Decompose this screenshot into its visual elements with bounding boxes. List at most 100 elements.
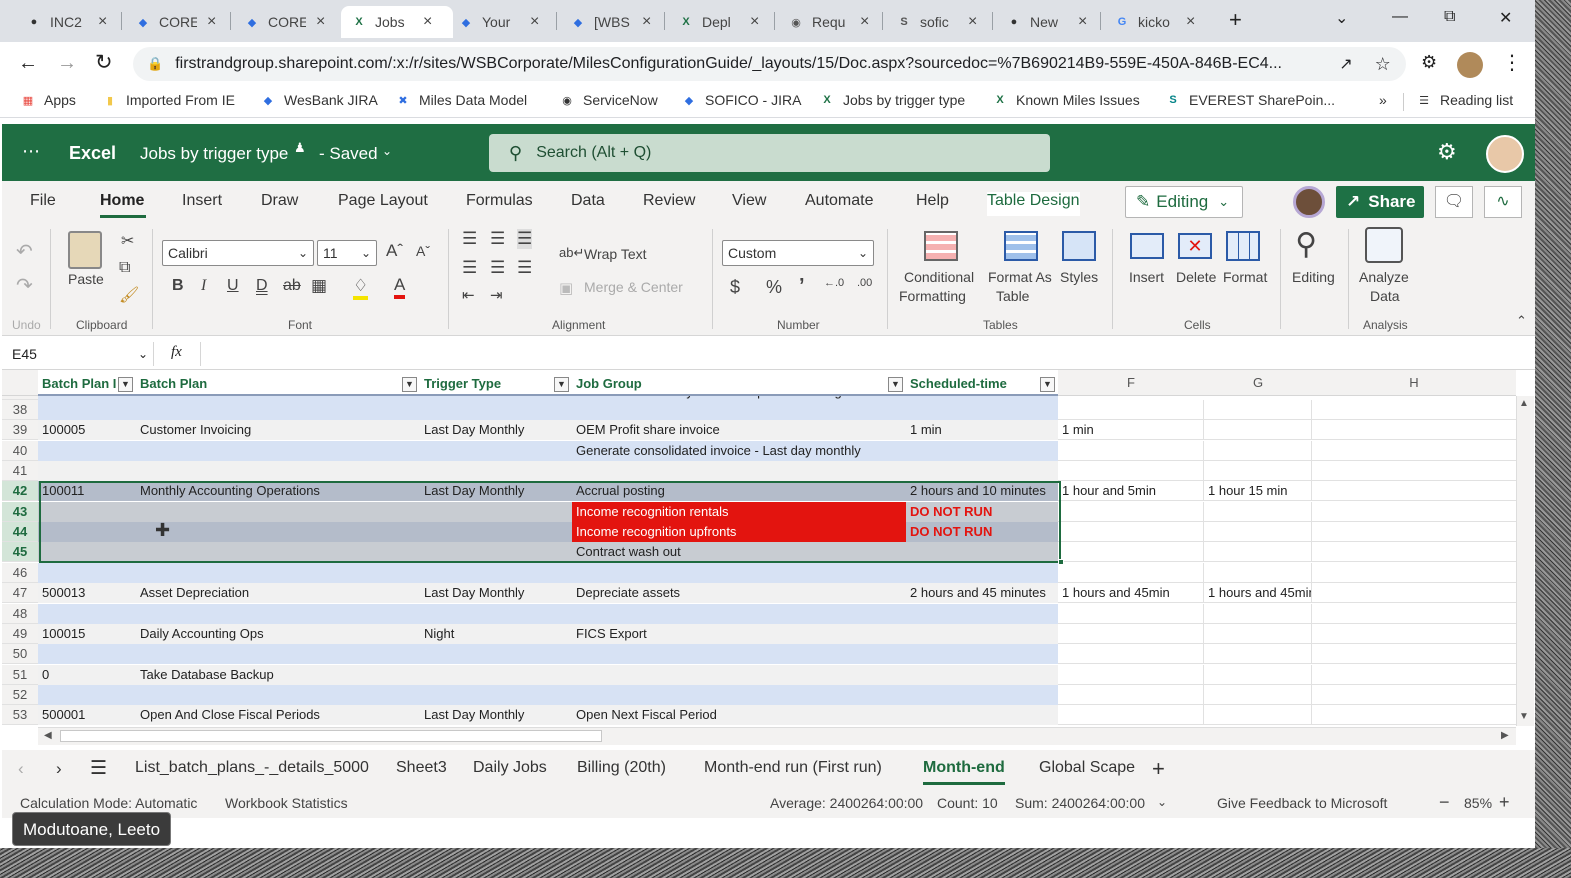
cell-batch-plan[interactable]	[136, 644, 420, 665]
settings-gear-icon[interactable]: ⚙	[1437, 139, 1457, 165]
cell-scheduled-time[interactable]	[906, 664, 1058, 685]
cell-g[interactable]	[1204, 542, 1312, 563]
cut-icon[interactable]: ✂	[121, 231, 134, 251]
cell-f[interactable]: 1 hours and 45min	[1058, 583, 1204, 604]
cell-f[interactable]	[1058, 623, 1204, 644]
fill-handle[interactable]	[1058, 558, 1064, 565]
align-bottom-icon[interactable]: ☰	[517, 229, 533, 249]
cell-scheduled-time[interactable]	[906, 562, 1058, 583]
cell-f[interactable]	[1058, 440, 1204, 461]
cell-trigger-type[interactable]	[420, 603, 572, 624]
cell-batch-plan[interactable]	[136, 461, 420, 482]
sheet-tab[interactable]: List_batch_plans_-_details_5000	[135, 759, 369, 777]
strikethrough-icon[interactable]: ab	[283, 277, 301, 295]
name-box[interactable]: E45 ⌄	[7, 342, 154, 366]
zoom-in-icon[interactable]: +	[1499, 792, 1510, 813]
search-input[interactable]: ⚲ Search (Alt + Q)	[489, 134, 1050, 172]
column-header-g[interactable]: G	[1204, 370, 1312, 396]
undo-icon[interactable]: ↶	[16, 239, 33, 264]
cell-trigger-type[interactable]	[420, 440, 572, 461]
cell-h[interactable]	[1312, 420, 1516, 441]
cell-h[interactable]	[1312, 522, 1516, 543]
tab-draw[interactable]: Draw	[261, 192, 298, 210]
cell-trigger-type[interactable]	[420, 562, 572, 583]
profile-avatar[interactable]	[1457, 52, 1483, 78]
close-tab-icon[interactable]: ×	[530, 13, 539, 31]
browser-tab[interactable]: ● New ×	[996, 6, 1102, 38]
cell-h[interactable]	[1312, 705, 1516, 726]
row-number[interactable]: 53	[2, 705, 38, 726]
cell-job-group[interactable]	[572, 562, 906, 583]
sheet-tab[interactable]: Global Scape	[1039, 759, 1135, 777]
cell-batch-plan[interactable]	[136, 400, 420, 420]
cell-g[interactable]	[1204, 522, 1312, 543]
browser-tab[interactable]: X Jobs ×	[341, 6, 453, 38]
format-cells-icon[interactable]	[1226, 231, 1260, 261]
browser-tab[interactable]: ◉ Requ ×	[778, 6, 884, 38]
cell-f[interactable]	[1058, 522, 1204, 543]
analyze-data-icon[interactable]	[1365, 227, 1403, 263]
cell-g[interactable]: 1 hour 15 min	[1204, 481, 1312, 502]
number-format-dropdown[interactable]: Custom ⌄	[722, 240, 874, 266]
cell-batch-plan[interactable]	[136, 684, 420, 705]
format-cells-label[interactable]: Format	[1223, 269, 1267, 285]
table-header-job-group[interactable]: Job Group ▼	[572, 374, 906, 396]
cell-g[interactable]	[1204, 440, 1312, 461]
formula-input[interactable]	[200, 342, 1530, 366]
cell-scheduled-time[interactable]	[906, 684, 1058, 705]
cell-h[interactable]	[1312, 542, 1516, 563]
select-all-corner[interactable]	[2, 370, 38, 396]
row-number[interactable]: 44	[2, 522, 38, 543]
tab-view[interactable]: View	[732, 192, 766, 210]
decrease-font-icon[interactable]: Aˇ	[416, 243, 430, 259]
cell-trigger-type[interactable]: Last Day Monthly	[420, 583, 572, 604]
cell-f[interactable]	[1058, 461, 1204, 482]
merge-center-button[interactable]: Merge & Center	[584, 279, 683, 295]
scroll-tabs-right-icon[interactable]: ›	[56, 759, 62, 779]
cell-scheduled-time[interactable]: 2 hours and 45 minutes	[906, 583, 1058, 604]
cell-trigger-type[interactable]	[420, 400, 572, 420]
tab-help[interactable]: Help	[916, 192, 949, 210]
restore-icon[interactable]: ⧉	[1444, 8, 1455, 26]
find-search-icon[interactable]: ⚲	[1295, 227, 1317, 262]
format-as-table-label-2[interactable]: Table	[996, 288, 1029, 304]
cell-styles-icon[interactable]	[1062, 231, 1096, 261]
sheet-tab[interactable]: Daily Jobs	[473, 759, 547, 777]
align-top-icon[interactable]: ☰	[462, 229, 477, 249]
filter-dropdown-icon[interactable]: ▼	[888, 377, 903, 392]
activity-icon[interactable]: ∿	[1484, 186, 1522, 218]
row-number[interactable]: 41	[2, 461, 38, 482]
cell-job-group[interactable]: Open Next Fiscal Period	[572, 705, 906, 726]
cell-trigger-type[interactable]	[420, 664, 572, 685]
increase-decimal-icon[interactable]: ←.0	[824, 277, 844, 289]
collapse-ribbon-icon[interactable]: ⌃	[1516, 313, 1527, 329]
scroll-up-icon[interactable]: ▲	[1519, 398, 1529, 409]
cell-g[interactable]	[1204, 562, 1312, 583]
cell-h[interactable]	[1312, 502, 1516, 522]
cell-batch-plan-id[interactable]: 500013	[38, 583, 136, 604]
bookmark-item[interactable]: S EVEREST SharePoin...	[1165, 92, 1335, 108]
bookmark-item[interactable]: ▦ Apps	[20, 92, 76, 108]
cell-g[interactable]	[1204, 501, 1312, 522]
format-painter-icon[interactable]: 🖌	[119, 285, 139, 305]
scroll-left-icon[interactable]: ◀	[44, 730, 52, 741]
cell-h[interactable]	[1312, 644, 1516, 665]
close-tab-icon[interactable]: ×	[423, 13, 432, 31]
extensions-icon[interactable]: ⚙	[1421, 52, 1437, 73]
table-header-scheduled-time[interactable]: Scheduled-time ▼	[906, 374, 1058, 396]
zoom-out-icon[interactable]: −	[1439, 792, 1450, 813]
conditional-formatting-label-2[interactable]: Formatting	[899, 288, 966, 304]
comma-style-icon[interactable]: ’	[799, 275, 805, 298]
browser-tab[interactable]: Ssofic ×	[886, 6, 992, 38]
table-header-batch-plan[interactable]: Batch Plan ▼	[136, 374, 420, 396]
save-status[interactable]: - Saved	[319, 144, 378, 164]
cell-scheduled-time[interactable]: 1 min	[906, 420, 1058, 441]
cell-g[interactable]: 1 hours and 45min	[1204, 583, 1312, 604]
align-center-icon[interactable]: ☰	[490, 258, 505, 278]
row-number[interactable]: 49	[2, 623, 38, 644]
font-color-icon[interactable]: A	[394, 275, 406, 299]
cell-batch-plan-id[interactable]	[38, 461, 136, 482]
cell-scheduled-time[interactable]	[906, 603, 1058, 624]
cell-f[interactable]: 1 hour and 5min	[1058, 481, 1204, 502]
doc-title[interactable]: Jobs by trigger type	[140, 144, 288, 164]
